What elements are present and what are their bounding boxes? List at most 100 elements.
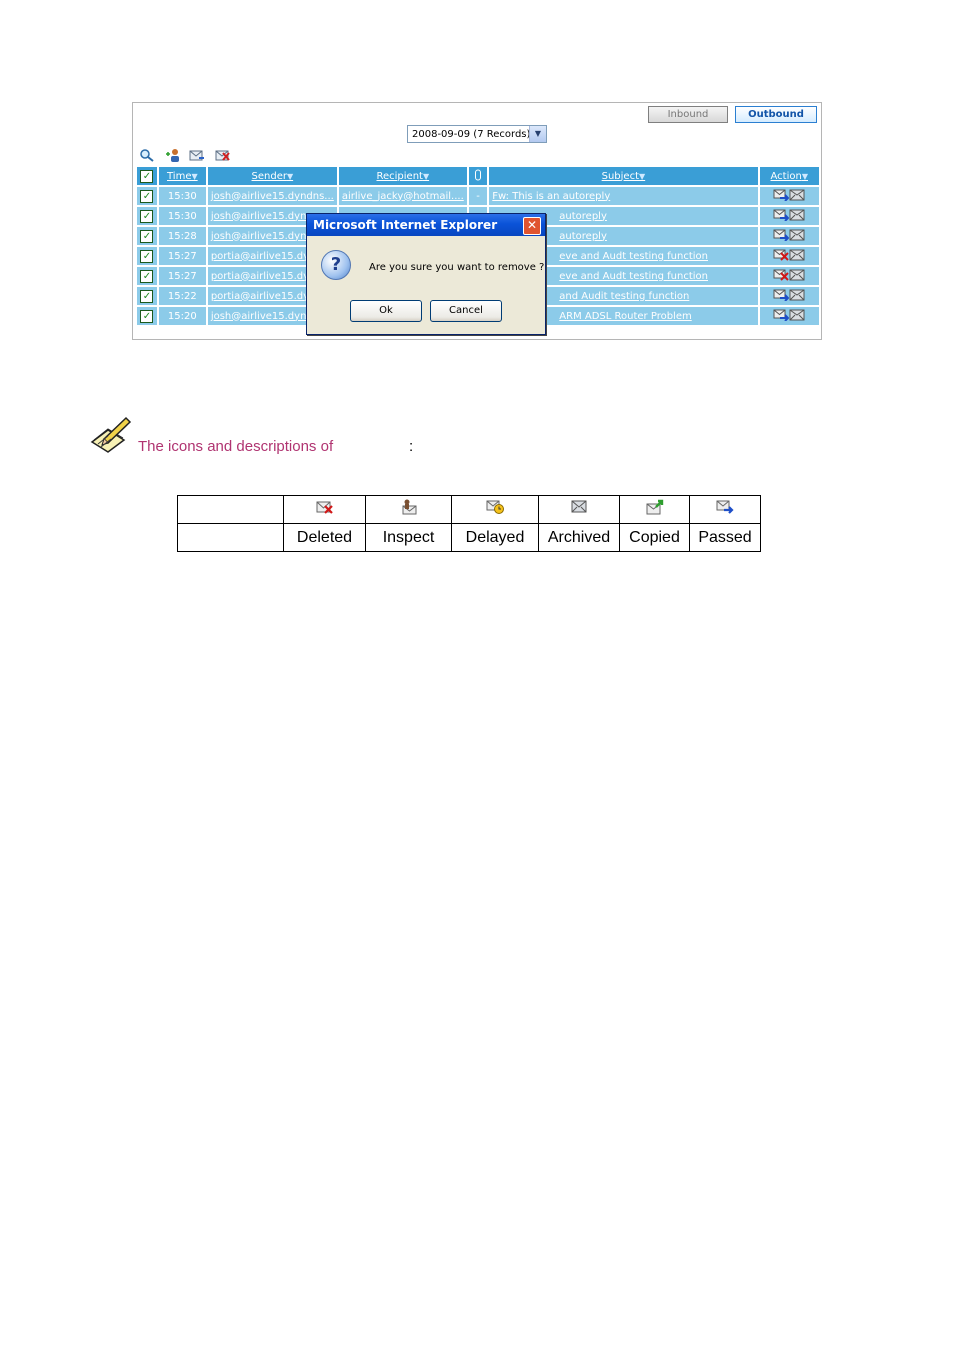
ok-button[interactable]: Ok [350, 300, 422, 322]
row-checkbox[interactable]: ✓ [137, 187, 157, 205]
legend-delayed-cell [451, 495, 539, 524]
table-row[interactable]: ✓ 15:30 josh@airlive15.dyndns... airlive_ja… [137, 187, 819, 205]
question-icon: ? [321, 250, 351, 280]
close-icon[interactable]: ✕ [523, 217, 541, 235]
note-text: The icons and descriptions of [138, 438, 334, 455]
cancel-button[interactable]: Cancel [430, 300, 502, 322]
archived-icon[interactable] [789, 229, 805, 244]
row-action [759, 207, 819, 225]
checkbox-check-icon: ✓ [140, 169, 154, 183]
legend-copied-cell [619, 495, 690, 524]
icon-legend-table: Deleted Inspect Delayed Archived Copied … [177, 495, 761, 552]
deleted-icon[interactable] [773, 269, 789, 284]
sort-sender[interactable]: Sender▼ [207, 167, 337, 185]
row-checkbox[interactable]: ✓ [137, 307, 157, 325]
sort-action[interactable]: Action▼ [759, 167, 819, 185]
checkbox-check-icon: ✓ [140, 209, 154, 223]
date-select[interactable]: 2008-09-09 (7 Records) ▼ [407, 125, 547, 143]
legend-blank-cell [177, 495, 284, 524]
passed-icon[interactable] [773, 189, 790, 204]
row-time: 15:22 [158, 287, 206, 305]
user-add-icon[interactable] [165, 148, 181, 162]
chevron-down-icon[interactable]: ▼ [529, 126, 546, 142]
legend-label-row: Deleted Inspect Delayed Archived Copied … [177, 523, 761, 552]
archived-icon[interactable] [789, 249, 805, 264]
legend-passed-cell [689, 495, 761, 524]
dialog-title: Microsoft Internet Explorer [307, 214, 545, 236]
row-action [759, 287, 819, 305]
inspect-icon [402, 499, 416, 515]
sort-recipient[interactable]: Recipient▼ [338, 167, 467, 185]
archived-icon[interactable] [789, 189, 805, 204]
column-sender-label: Sender [251, 170, 287, 182]
attachment-column [468, 167, 488, 185]
inbound-button[interactable]: Inbound [648, 106, 728, 123]
passed-icon[interactable] [773, 289, 790, 304]
sort-arrow-icon: ▼ [286, 171, 294, 181]
legend-inspect-cell [365, 495, 452, 524]
deleted-icon [316, 501, 333, 514]
checkbox-check-icon: ✓ [140, 249, 154, 263]
row-attachment: - [468, 187, 488, 205]
legend-label-passed: Passed [689, 523, 761, 552]
row-action [759, 247, 819, 265]
row-time: 15:27 [158, 247, 206, 265]
column-recipient-label: Recipient [376, 170, 423, 182]
note-pencil-icon [90, 416, 132, 453]
row-checkbox[interactable]: ✓ [137, 207, 157, 225]
passed-icon[interactable] [773, 229, 790, 244]
mail-forward-icon[interactable] [189, 148, 205, 162]
deleted-icon[interactable] [773, 249, 789, 264]
checkbox-check-icon: ✓ [140, 269, 154, 283]
archived-icon[interactable] [789, 269, 805, 284]
archived-icon [571, 500, 587, 513]
sort-arrow-icon: ▼ [191, 171, 198, 181]
sort-arrow-icon: ▼ [639, 171, 646, 181]
archived-icon[interactable] [789, 289, 805, 304]
legend-label-deleted: Deleted [283, 523, 366, 552]
row-time: 15:27 [158, 267, 206, 285]
row-checkbox[interactable]: ✓ [137, 227, 157, 245]
sort-arrow-icon: ▼ [422, 171, 430, 181]
row-time: 15:28 [158, 227, 206, 245]
select-all-checkbox[interactable]: ✓ [137, 167, 157, 185]
sort-subject[interactable]: Subject▼ [489, 167, 758, 185]
legend-icon-row [177, 495, 761, 524]
outbound-button[interactable]: Outbound [735, 106, 817, 123]
confirm-dialog: Microsoft Internet Explorer ✕ ? Are you … [306, 213, 546, 335]
table-header-row: ✓ Time▼ Sender▼ Recipient▼ Subject▼ Acti… [137, 167, 819, 185]
passed-icon[interactable] [773, 209, 790, 224]
legend-label-archived: Archived [538, 523, 620, 552]
row-checkbox[interactable]: ✓ [137, 247, 157, 265]
checkbox-check-icon: ✓ [140, 309, 154, 323]
archived-icon[interactable] [789, 209, 805, 224]
row-time: 15:20 [158, 307, 206, 325]
column-subject-label: Subject [601, 170, 640, 182]
passed-icon[interactable] [773, 309, 790, 324]
row-checkbox[interactable]: ✓ [137, 287, 157, 305]
legend-archived-cell [538, 495, 620, 524]
copied-icon [646, 499, 663, 515]
legend-label-delayed: Delayed [451, 523, 539, 552]
row-time: 15:30 [158, 207, 206, 225]
archived-icon[interactable] [789, 309, 805, 324]
note-colon: : [409, 438, 414, 455]
search-icon[interactable] [139, 148, 155, 162]
row-recipient-link[interactable]: airlive_jacky@hotmail.... [338, 187, 467, 205]
legend-blank-cell [177, 523, 284, 552]
row-sender-link[interactable]: josh@airlive15.dyndns... [207, 187, 337, 205]
column-time-label: Time [167, 170, 192, 182]
column-action-label: Action [770, 170, 802, 182]
mail-delete-icon[interactable] [215, 148, 231, 162]
row-time: 15:30 [158, 187, 206, 205]
dialog-message: Are you sure you want to remove ? [369, 262, 545, 273]
sort-time[interactable]: Time▼ [158, 167, 206, 185]
row-checkbox[interactable]: ✓ [137, 267, 157, 285]
checkbox-check-icon: ✓ [140, 189, 154, 203]
checkbox-check-icon: ✓ [140, 229, 154, 243]
checkbox-check-icon: ✓ [140, 289, 154, 303]
row-subject-link[interactable]: Fw: This is an autoreply [489, 187, 758, 205]
passed-icon [716, 500, 734, 514]
row-action [759, 187, 819, 205]
delayed-icon [486, 500, 504, 514]
